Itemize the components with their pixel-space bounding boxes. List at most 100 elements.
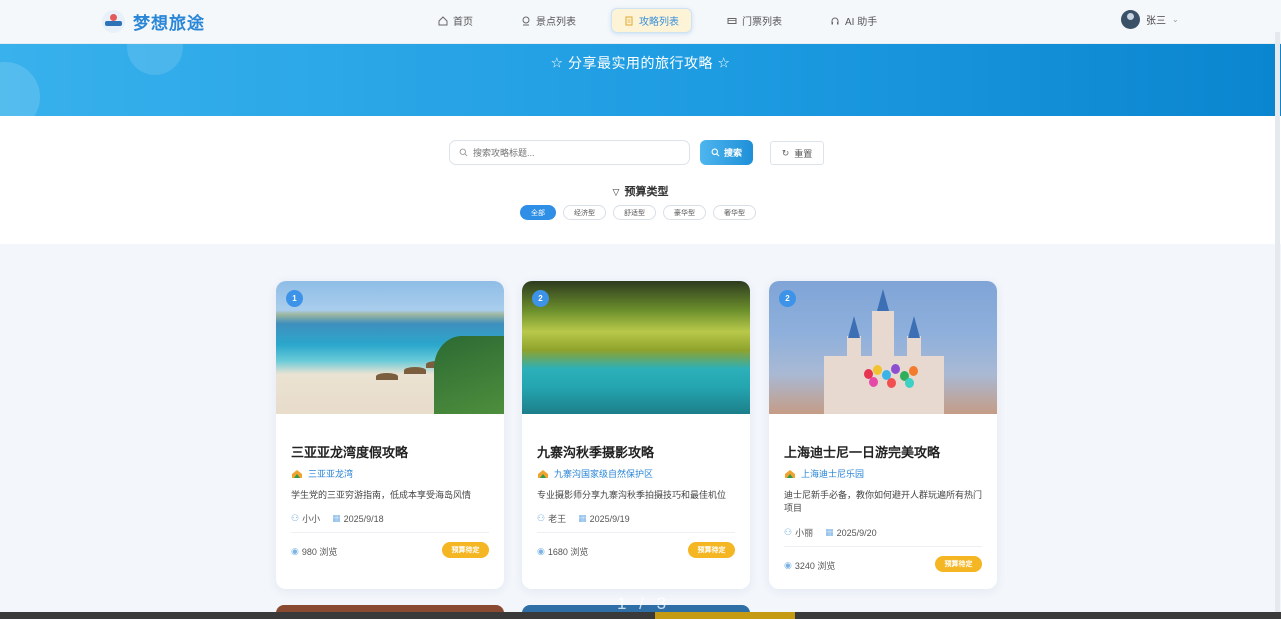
umbrella-shape: [448, 355, 470, 362]
umbrella-shape: [404, 367, 426, 374]
divider: [291, 532, 489, 533]
guide-title[interactable]: 九寨沟秋季摄影攻略: [537, 442, 654, 461]
guide-card[interactable]: 2 九寨沟秋季摄影攻略 九寨沟国家级自然保护区 专业摄影师分享九寨沟秋季拍摄技巧…: [522, 281, 750, 589]
guide-views-count: 980 浏览: [301, 547, 338, 557]
nav-home[interactable]: 首页: [426, 8, 485, 33]
filter-title-text: 预算类型: [624, 186, 669, 198]
guide-author: 小丽: [795, 528, 814, 538]
guide-card[interactable]: 2 上海迪士尼一日游完美攻略 上海迪士尼乐园 迪士尼新手必备，教你如何避开人群玩…: [769, 281, 997, 589]
guide-views: ◉ 980 浏览: [291, 545, 337, 558]
user-name: 张三: [1146, 16, 1166, 27]
nav-ai-assistant[interactable]: AI 助手: [818, 8, 889, 33]
guide-views-count: 3240 浏览: [794, 561, 836, 571]
guide-title[interactable]: 三亚亚龙湾度假攻略: [291, 442, 408, 461]
nav-tickets-label: 门票列表: [742, 17, 782, 28]
home-icon: [438, 15, 448, 25]
nav-home-label: 首页: [453, 17, 473, 28]
reset-button-label: 重置: [794, 148, 813, 159]
search-panel: 搜索 ↻ 重置 ▽ 预算类型 全部 经济型 舒适型 豪华型 奢华型: [0, 116, 1281, 244]
ticket-icon: [727, 17, 737, 24]
eye-icon: ◉: [537, 546, 545, 556]
nav-spots-label: 景点列表: [536, 17, 576, 28]
chip-all[interactable]: 全部: [520, 205, 556, 220]
nav-ai-label: AI 助手: [845, 17, 878, 28]
umbrella-shape: [376, 373, 398, 380]
chip-luxury[interactable]: 奢华型: [713, 205, 756, 220]
rank-badge: 2: [779, 290, 796, 307]
scenic-spot-icon: [292, 469, 302, 478]
user-icon: ⚇: [784, 527, 793, 537]
guide-spot[interactable]: 三亚亚龙湾: [291, 467, 353, 480]
guide-views-count: 1680 浏览: [547, 547, 589, 557]
castle-spire: [877, 289, 889, 311]
eye-icon: ◉: [784, 560, 792, 570]
scenic-spot-icon: [538, 469, 548, 478]
guide-views: ◉ 1680 浏览: [537, 545, 588, 558]
search-field[interactable]: [449, 140, 690, 165]
guide-date: 2025/9/20: [836, 527, 877, 538]
calendar-icon: ▦: [578, 513, 587, 523]
balloon-shape: [873, 365, 882, 375]
balloon-shape: [887, 378, 896, 388]
guide-spot[interactable]: 上海迪士尼乐园: [784, 467, 864, 480]
calendar-icon: ▦: [332, 513, 341, 523]
divider: [537, 532, 735, 533]
filter-title: ▽ 预算类型: [0, 183, 1281, 199]
guide-description: 迪士尼新手必备，教你如何避开人群玩遍所有热门项目: [784, 490, 983, 513]
document-icon: [625, 16, 633, 25]
avatar: [1121, 10, 1140, 29]
guide-meta: ⚇ 小丽 ▦ 2025/9/20: [784, 526, 877, 539]
scrollbar[interactable]: [1275, 32, 1280, 612]
guide-author: 小小: [302, 514, 321, 524]
nav-tickets[interactable]: 门票列表: [715, 8, 794, 33]
guide-description: 学生党的三亚穷游指南，低成本享受海岛风情: [291, 490, 472, 500]
chip-comfort[interactable]: 舒适型: [613, 205, 656, 220]
castle-spire: [908, 316, 920, 338]
divider: [784, 546, 982, 547]
location-icon: [522, 16, 530, 25]
umbrella-shape: [426, 361, 448, 368]
guide-image-lake: 2: [522, 281, 750, 414]
reset-button[interactable]: ↻ 重置: [770, 141, 824, 165]
banner-title: ☆ 分享最实用的旅行攻略 ☆: [0, 53, 1281, 73]
nav-guides-label: 攻略列表: [639, 17, 679, 28]
guide-meta: ⚇ 老王 ▦ 2025/9/19: [537, 512, 630, 525]
refresh-icon: ↻: [781, 147, 790, 158]
star-icon: ☆: [550, 54, 564, 71]
eye-icon: ◉: [291, 546, 299, 556]
guide-date: 2025/9/18: [343, 513, 384, 524]
search-button-label: 搜索: [723, 148, 742, 158]
logo-text: 梦想旅途: [133, 14, 205, 33]
nav-guides[interactable]: 攻略列表: [611, 8, 692, 33]
guide-description: 专业摄影师分享九寨沟秋季拍摄技巧和最佳机位: [537, 490, 727, 500]
guide-spot[interactable]: 九寨沟国家级自然保护区: [537, 467, 653, 480]
balloon-shape: [909, 366, 918, 376]
rank-badge: 2: [532, 290, 549, 307]
user-menu[interactable]: 张三 ⌄: [1121, 10, 1179, 29]
search-input[interactable]: [473, 147, 673, 158]
star-icon: ☆: [717, 54, 731, 71]
guide-views: ◉ 3240 浏览: [784, 559, 835, 572]
guide-image-beach: 1: [276, 281, 504, 414]
castle-tower: [847, 336, 861, 376]
nav-spots[interactable]: 景点列表: [509, 8, 588, 33]
scenic-spot-icon: [785, 469, 795, 478]
chip-economy[interactable]: 经济型: [563, 205, 606, 220]
guide-card[interactable]: 1 三亚亚龙湾度假攻略 三亚亚龙湾 学生党的三亚穷游指南，低成本享受海岛风情 ⚇…: [276, 281, 504, 589]
chip-deluxe[interactable]: 豪华型: [663, 205, 706, 220]
rank-badge: 1: [286, 290, 303, 307]
castle-tower: [872, 311, 894, 371]
budget-tag: 预算待定: [688, 542, 735, 558]
guide-title[interactable]: 上海迪士尼一日游完美攻略: [784, 442, 940, 461]
budget-tag: 预算待定: [935, 556, 982, 572]
search-button[interactable]: 搜索: [700, 140, 753, 165]
search-icon: [711, 148, 720, 157]
castle-spire: [848, 316, 860, 338]
calendar-icon: ▦: [825, 527, 834, 537]
guide-spot-name: 九寨沟国家级自然保护区: [554, 469, 654, 479]
guide-author: 老王: [548, 514, 567, 524]
headset-icon: [831, 17, 839, 24]
logo[interactable]: 梦想旅途: [102, 9, 205, 34]
balloon-shape: [905, 378, 914, 388]
chevron-down-icon: ⌄: [1172, 15, 1179, 24]
